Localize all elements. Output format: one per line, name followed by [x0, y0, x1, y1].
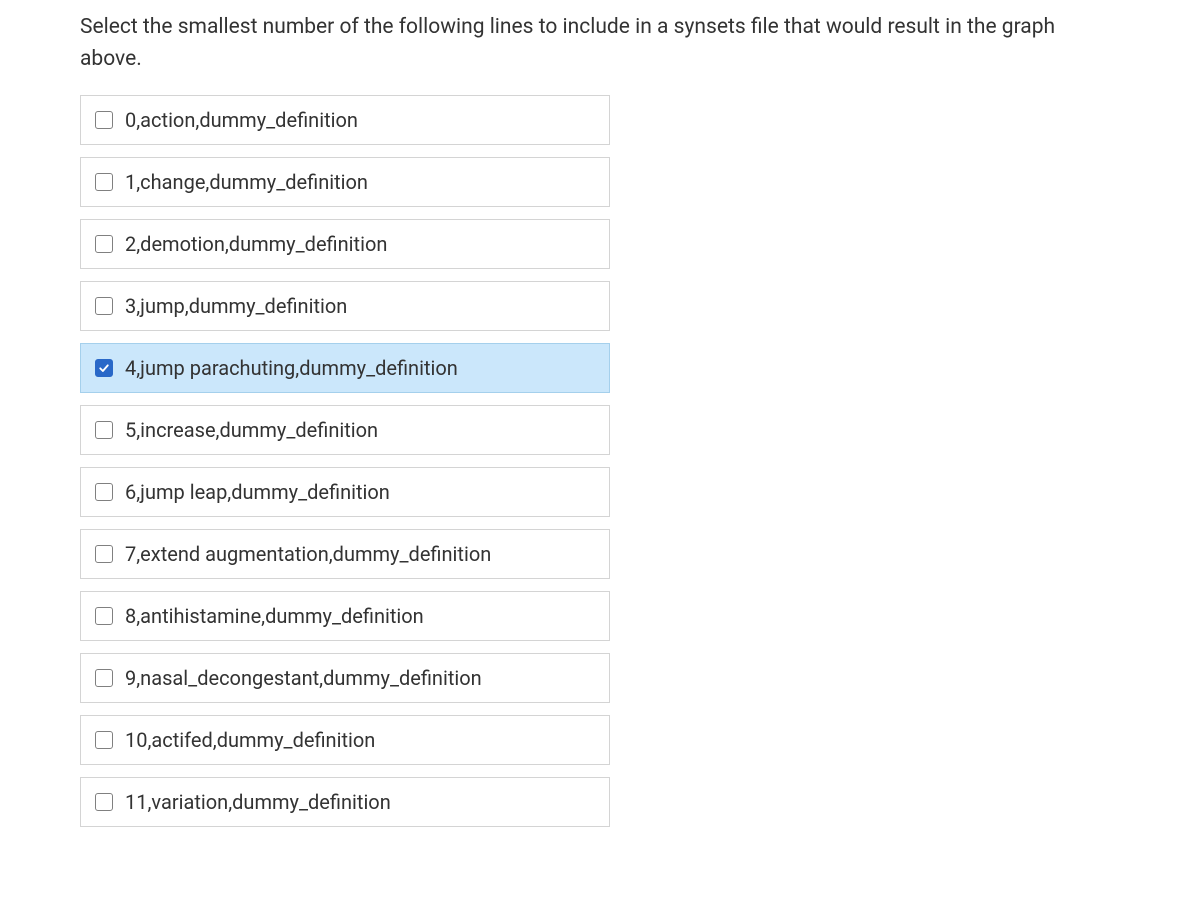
checkbox-3[interactable] — [95, 297, 113, 315]
checkbox-5[interactable] — [95, 421, 113, 439]
option-label-7: 7,extend augmentation,dummy_definition — [125, 542, 491, 566]
option-item-11[interactable]: 11,variation,dummy_definition — [80, 777, 610, 827]
option-item-10[interactable]: 10,actifed,dummy_definition — [80, 715, 610, 765]
checkbox-9[interactable] — [95, 669, 113, 687]
check-icon — [98, 362, 110, 374]
checkbox-7[interactable] — [95, 545, 113, 563]
option-label-3: 3,jump,dummy_definition — [125, 294, 347, 318]
option-label-0: 0,action,dummy_definition — [125, 108, 358, 132]
checkbox-0[interactable] — [95, 111, 113, 129]
option-item-8[interactable]: 8,antihistamine,dummy_definition — [80, 591, 610, 641]
option-label-10: 10,actifed,dummy_definition — [125, 728, 375, 752]
option-item-0[interactable]: 0,action,dummy_definition — [80, 95, 610, 145]
question-container: Select the smallest number of the follow… — [0, 0, 1200, 867]
checkbox-8[interactable] — [95, 607, 113, 625]
option-item-6[interactable]: 6,jump leap,dummy_definition — [80, 467, 610, 517]
question-text: Select the smallest number of the follow… — [80, 12, 1120, 75]
option-label-8: 8,antihistamine,dummy_definition — [125, 604, 424, 628]
checkbox-11[interactable] — [95, 793, 113, 811]
option-list: 0,action,dummy_definition 1,change,dummy_… — [80, 95, 610, 827]
checkbox-2[interactable] — [95, 235, 113, 253]
option-item-9[interactable]: 9,nasal_decongestant,dummy_definition — [80, 653, 610, 703]
option-item-4[interactable]: 4,jump parachuting,dummy_definition — [80, 343, 610, 393]
option-item-3[interactable]: 3,jump,dummy_definition — [80, 281, 610, 331]
checkbox-6[interactable] — [95, 483, 113, 501]
option-label-6: 6,jump leap,dummy_definition — [125, 480, 390, 504]
checkbox-4[interactable] — [95, 359, 113, 377]
option-item-1[interactable]: 1,change,dummy_definition — [80, 157, 610, 207]
option-label-5: 5,increase,dummy_definition — [125, 418, 378, 442]
checkbox-10[interactable] — [95, 731, 113, 749]
option-label-11: 11,variation,dummy_definition — [125, 790, 391, 814]
option-item-2[interactable]: 2,demotion,dummy_definition — [80, 219, 610, 269]
option-item-7[interactable]: 7,extend augmentation,dummy_definition — [80, 529, 610, 579]
option-item-5[interactable]: 5,increase,dummy_definition — [80, 405, 610, 455]
option-label-9: 9,nasal_decongestant,dummy_definition — [125, 666, 482, 690]
option-label-1: 1,change,dummy_definition — [125, 170, 368, 194]
option-label-2: 2,demotion,dummy_definition — [125, 232, 387, 256]
checkbox-1[interactable] — [95, 173, 113, 191]
option-label-4: 4,jump parachuting,dummy_definition — [125, 356, 458, 380]
